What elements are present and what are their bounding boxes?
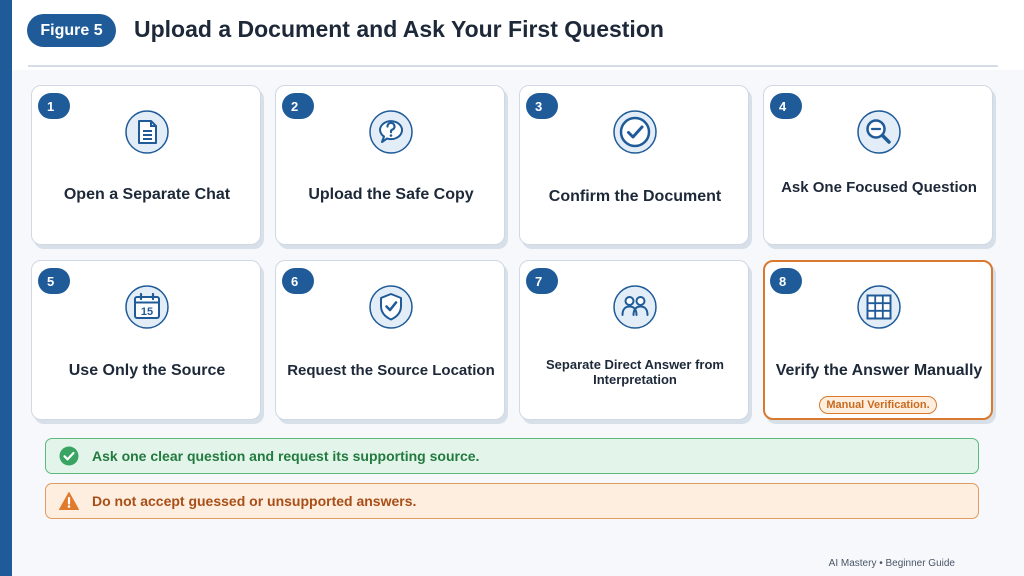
page-title: Upload a Document and Ask Your First Que… — [134, 16, 664, 42]
shield-check-icon — [368, 284, 414, 330]
step-number: 1 — [38, 93, 70, 119]
header-divider — [28, 65, 998, 67]
step-card-2: 2 Upload the Safe Copy — [275, 85, 505, 245]
checkmark-circle-icon — [612, 109, 658, 155]
footer-credit: AI Mastery • Beginner Guide — [828, 558, 955, 569]
step-title: Ask One Focused Question — [781, 179, 977, 196]
step-number: 2 — [282, 93, 314, 119]
magnifier-icon — [856, 109, 902, 155]
manual-verification-badge: Manual Verification. — [819, 396, 937, 414]
step-card-5: 5 15 Use Only the Source — [31, 260, 261, 420]
question-bubble-icon — [368, 109, 414, 155]
check-circle-icon — [59, 446, 79, 466]
step-card-7: 7 Separate Direct Answer from Interpreta… — [519, 260, 749, 420]
tip-text: Ask one clear question and request its s… — [92, 448, 480, 464]
step-title: Open a Separate Chat — [63, 186, 231, 203]
step-number: 8 — [770, 268, 802, 294]
step-number: 3 — [526, 93, 558, 119]
step-title: Confirm the Document — [548, 188, 722, 205]
left-accent-bar — [0, 0, 12, 576]
step-title: Verify the Answer Manually — [775, 362, 983, 379]
step-card-1: 1 Open a Separate Chat — [31, 85, 261, 245]
warning-triangle-icon — [59, 491, 79, 511]
step-title: Separate Direct Answer from Interpretati… — [546, 357, 724, 387]
calendar-day-text: 15 — [141, 306, 153, 318]
grid-icon — [856, 284, 902, 330]
step-number: 4 — [770, 93, 802, 119]
step-card-3: 3 Confirm the Document — [519, 85, 749, 245]
warning-banner: Do not accept guessed or unsupported ans… — [45, 483, 979, 519]
step-card-8: 8 Verify the Answer Manually Manual Veri… — [763, 260, 993, 420]
tip-banner: Ask one clear question and request its s… — [45, 438, 979, 474]
step-card-4: 4 Ask One Focused Question — [763, 85, 993, 245]
warning-text: Do not accept guessed or unsupported ans… — [92, 493, 417, 509]
figure-label: Figure 5 — [27, 14, 116, 47]
people-icon — [612, 284, 658, 330]
step-number: 5 — [38, 268, 70, 294]
step-number: 6 — [282, 268, 314, 294]
step-title: Use Only the Source — [68, 362, 226, 379]
document-icon — [124, 109, 170, 155]
calendar-icon: 15 — [124, 284, 170, 330]
step-number: 7 — [526, 268, 558, 294]
step-title: Request the Source Location — [287, 362, 495, 379]
step-card-6: 6 Request the Source Location — [275, 260, 505, 420]
step-title: Upload the Safe Copy — [308, 186, 474, 203]
